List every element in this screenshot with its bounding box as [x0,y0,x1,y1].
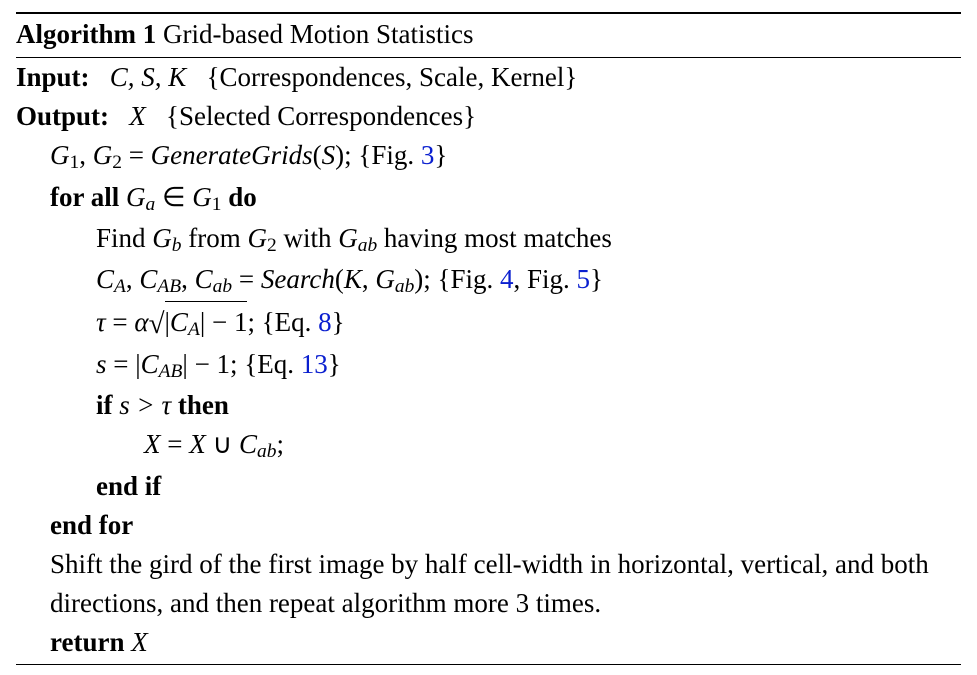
line-find: Find Gb from G2 with Gab having most mat… [16,219,961,260]
kw-endfor: end for [50,510,133,540]
line-tau: τ = α√|CA| − 1; {Eq. 8} [16,301,961,345]
line-if: if s > τ then [16,386,961,425]
line-for: for all Ga ∈ G1 do [16,178,961,219]
line-endif: end if [16,467,961,506]
sqrt-icon: √ [149,308,165,340]
output-vars: X [129,101,146,131]
line-search: CA, CAB, Cab = Search(K, Gab); {Fig. 4, … [16,260,961,301]
algorithm-header: Algorithm 1 Grid-based Motion Statistics [16,14,961,57]
sqrt-expr: √|CA| − 1 [149,301,248,345]
line-endfor: end for [16,506,961,545]
kw-do: do [221,182,256,212]
kw-endif: end if [96,471,161,501]
line-shift-note: Shift the gird of the first image by hal… [16,545,961,623]
rule-bottom [16,664,961,665]
line-generate-grids: G1, G2 = GenerateGrids(S); {Fig. 3} [16,136,961,177]
ref-fig-4[interactable]: 4 [500,264,514,294]
algorithm-block: Algorithm 1 Grid-based Motion Statistics… [0,0,977,665]
sym-G1: G [50,140,70,170]
output-label: Output: [16,101,109,131]
fn-search: Search [261,264,335,294]
output-line: Output: X {Selected Correspondences} [16,97,961,136]
sym-alpha: α [134,307,148,337]
fn-generate-grids: GenerateGrids [151,140,313,170]
kw-for-all: for all [50,182,126,212]
line-union: X = X ∪ Cab; [16,425,961,466]
input-label: Input: [16,62,90,92]
line-s: s = |CAB| − 1; {Eq. 13} [16,345,961,386]
ref-eq-13[interactable]: 13 [301,349,328,379]
ref-fig-3[interactable]: 3 [421,140,435,170]
input-line: Input: C, S, K {Correspondences, Scale, … [16,58,961,97]
ref-eq-8[interactable]: 8 [318,307,332,337]
output-desc: {Selected Correspondences} [166,101,476,131]
ref-fig-5[interactable]: 5 [577,264,591,294]
input-vars: C, S, K [110,62,187,92]
input-desc: {Correspondences, Scale, Kernel} [207,62,578,92]
sym-G2: G [93,140,113,170]
kw-then: then [171,390,229,420]
kw-if: if [96,390,119,420]
algorithm-title: Grid-based Motion Statistics [163,19,473,49]
sym-tau: τ [96,307,106,337]
kw-return: return [50,627,131,657]
algorithm-label: Algorithm 1 [16,19,156,49]
line-return: return X [16,623,961,662]
